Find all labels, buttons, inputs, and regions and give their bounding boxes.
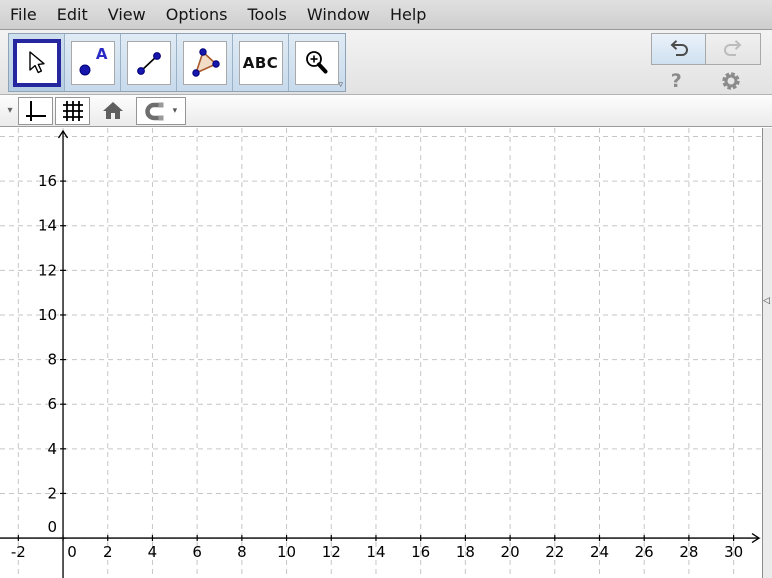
move-button[interactable] — [13, 39, 61, 87]
chevron-down-icon: ▾ — [173, 106, 178, 116]
panel-collapse-icon[interactable]: ◁ — [763, 296, 770, 306]
undo-button[interactable] — [652, 34, 706, 64]
x-axis-label: 24 — [590, 543, 609, 561]
menu-help[interactable]: Help — [380, 0, 436, 29]
grid-icon — [62, 100, 84, 122]
home-button[interactable] — [97, 97, 129, 125]
x-axis-label: 10 — [277, 543, 296, 561]
home-icon — [103, 102, 123, 120]
polygon-button[interactable] — [183, 41, 227, 85]
x-axis-label: 8 — [237, 543, 247, 561]
x-axis-label: 14 — [366, 543, 385, 561]
y-axis-label: 8 — [47, 351, 57, 369]
axes-toggle-button[interactable] — [18, 97, 53, 125]
redo-button[interactable] — [706, 34, 760, 64]
x-axis-label: -2 — [11, 543, 26, 561]
x-axis-label: 12 — [322, 543, 341, 561]
x-axis-label: 20 — [501, 543, 520, 561]
stylebar-collapse-icon[interactable]: ▾ — [2, 105, 18, 116]
x-axis-label: 6 — [192, 543, 202, 561]
tool-dropdown-icon[interactable]: ▿ — [338, 81, 343, 90]
tool-move[interactable] — [9, 34, 65, 91]
redo-icon — [721, 38, 745, 60]
text-icon: ABC — [243, 54, 279, 72]
menu-file[interactable]: File — [0, 0, 47, 29]
menu-options[interactable]: Options — [156, 0, 238, 29]
y-axis-label: 2 — [47, 484, 57, 502]
history-buttons — [651, 33, 761, 65]
segment-button[interactable] — [127, 41, 171, 85]
x-axis-label: 18 — [456, 543, 475, 561]
grid-toggle-button[interactable] — [55, 97, 90, 125]
y-axis-label: 6 — [47, 395, 57, 413]
gear-icon[interactable] — [721, 71, 741, 91]
x-axis-label: 16 — [411, 543, 430, 561]
menu-window[interactable]: Window — [297, 0, 380, 29]
help-button[interactable]: ? — [671, 70, 682, 92]
zoom-in-icon — [303, 49, 331, 77]
x-axis-label: 2 — [103, 543, 113, 561]
tool-zoom-in[interactable]: ▿ — [289, 34, 345, 91]
text-button[interactable]: ABC — [239, 41, 283, 85]
menu-edit[interactable]: Edit — [47, 0, 98, 29]
x-axis-label: 4 — [148, 543, 158, 561]
segment-icon — [134, 48, 164, 78]
undo-icon — [667, 38, 691, 60]
zoom-in-button[interactable] — [295, 41, 339, 85]
side-panel-splitter[interactable]: ◁ — [762, 128, 772, 578]
tool-polygon[interactable] — [177, 34, 233, 91]
x-axis-label: 22 — [545, 543, 564, 561]
quick-access: ? — [651, 68, 761, 94]
point-button[interactable]: A — [71, 41, 115, 85]
style-bar: ▾ ▾ — [0, 95, 772, 127]
point-icon — [77, 62, 93, 78]
polygon-icon — [189, 47, 221, 79]
magnet-icon — [145, 101, 165, 121]
graphics-view[interactable]: -202468101214161820222426283002468101214… — [0, 128, 762, 578]
tool-line[interactable] — [121, 34, 177, 91]
point-capturing-button[interactable]: ▾ — [136, 97, 186, 125]
x-axis-label: 28 — [679, 543, 698, 561]
y-axis-label: 16 — [38, 172, 57, 190]
tool-point[interactable]: A — [65, 34, 121, 91]
menu-view[interactable]: View — [98, 0, 156, 29]
y-axis-label: 10 — [38, 306, 57, 324]
x-axis-label: 30 — [724, 543, 743, 561]
toolbar: A AB — [0, 30, 772, 95]
cursor-icon — [26, 51, 48, 75]
menu-tools[interactable]: Tools — [237, 0, 296, 29]
point-label: A — [96, 45, 108, 63]
y-axis-label: 12 — [38, 261, 57, 279]
tool-text[interactable]: ABC — [233, 34, 289, 91]
menu-bar: File Edit View Options Tools Window Help — [0, 0, 772, 30]
tool-group: A AB — [8, 33, 346, 92]
axes-icon — [25, 100, 47, 122]
x-axis-label: 0 — [67, 543, 77, 561]
y-axis-label: 0 — [47, 518, 57, 536]
x-axis-label: 26 — [635, 543, 654, 561]
y-axis-label: 4 — [47, 440, 57, 458]
y-axis-label: 14 — [38, 217, 57, 235]
